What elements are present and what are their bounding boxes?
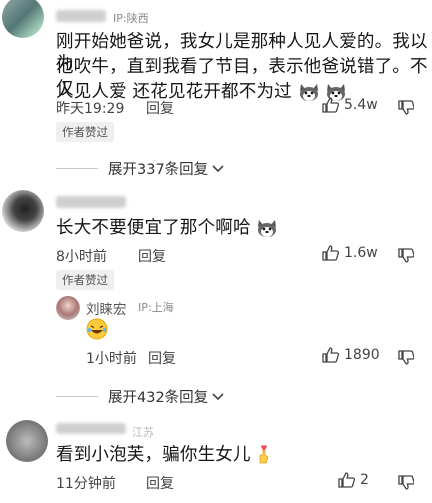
comment-text-line: 长大不要便宜了那个啊哈 <box>56 217 278 239</box>
divider-line <box>56 168 98 169</box>
reply-button[interactable]: 回复 <box>146 98 174 118</box>
comment-text-segment: 长大不要便宜了那个啊哈 <box>56 218 251 238</box>
ip-location: 江苏 <box>132 426 154 439</box>
expand-replies-button[interactable]: 展开432条回复 <box>56 386 224 407</box>
comment-text-segment: 看到小泡芙，骗你生女儿 <box>56 445 251 465</box>
reply-button[interactable]: 回复 <box>148 348 176 368</box>
reply-username[interactable]: 刘睐宏 <box>86 298 127 318</box>
avatar[interactable] <box>2 190 44 232</box>
husky-dog-sticker-icon <box>258 220 277 237</box>
like-count: 1.6w <box>344 245 378 261</box>
chevron-down-icon <box>212 164 224 172</box>
like-button[interactable]: 1890 <box>322 347 380 363</box>
avatar[interactable] <box>56 296 80 320</box>
dislike-button[interactable] <box>398 248 415 268</box>
finger-heart-emoji-icon <box>260 445 269 464</box>
laughing-emoji-icon <box>86 318 108 340</box>
ip-location: IP:陕西 <box>113 12 149 25</box>
comment-2: 长大不要便宜了那个啊哈 8小时前 回复 1.6w 作者赞过 刘睐宏 IP:上海 … <box>0 190 432 406</box>
comment-time: 昨天19:29 <box>56 101 125 117</box>
thumb-down-icon <box>398 100 415 115</box>
comment-time: 11分钟前 <box>56 476 116 492</box>
comment-3: 江苏 看到小泡芙，骗你生女儿 11分钟前 回复 2 <box>0 418 432 503</box>
comment-text-line: 看到小泡芙，骗你生女儿 <box>56 444 270 466</box>
comment-time: 8小时前 <box>56 249 107 265</box>
like-button[interactable]: 1.6w <box>322 245 378 261</box>
dislike-button[interactable] <box>398 475 415 495</box>
dislike-button[interactable] <box>398 350 415 370</box>
avatar[interactable] <box>2 0 44 38</box>
like-button[interactable]: 2 <box>338 472 369 488</box>
thumb-up-icon <box>338 472 355 488</box>
thumb-up-icon <box>322 347 339 363</box>
username-blurred[interactable] <box>56 10 106 26</box>
chevron-down-icon <box>212 392 224 400</box>
username-blurred[interactable] <box>56 423 126 438</box>
author-liked-tag: 作者赞过 <box>56 122 114 142</box>
comment-1: IP:陕西 刚开始她爸说，我女儿是那种人见人爱的。我以为 他吹牛，直到我看了节目… <box>0 0 432 180</box>
username-blurred[interactable] <box>56 196 126 212</box>
husky-dog-sticker-icon <box>299 84 318 101</box>
like-count: 5.4w <box>344 97 378 113</box>
thumb-up-icon <box>322 97 339 113</box>
thumb-up-icon <box>322 245 339 261</box>
dislike-button[interactable] <box>398 100 415 120</box>
author-liked-tag: 作者赞过 <box>56 270 114 290</box>
like-count: 2 <box>360 472 369 488</box>
reply-button[interactable]: 回复 <box>138 246 166 266</box>
like-button[interactable]: 5.4w <box>322 97 378 113</box>
expand-replies-label: 展开337条回复 <box>108 162 209 178</box>
nested-reply: 刘睐宏 IP:上海 1小时前 回复 1890 <box>0 290 432 370</box>
expand-replies-button[interactable]: 展开337条回复 <box>56 158 224 179</box>
thumb-down-icon <box>398 475 415 490</box>
ip-location: IP:上海 <box>138 301 174 314</box>
like-count: 1890 <box>344 347 380 363</box>
thumb-down-icon <box>398 248 415 263</box>
divider-line <box>56 396 98 397</box>
thumb-down-icon <box>398 350 415 365</box>
reply-time: 1小时前 <box>86 351 137 367</box>
avatar[interactable] <box>6 420 48 462</box>
expand-replies-label: 展开432条回复 <box>108 390 209 406</box>
reply-button[interactable]: 回复 <box>146 473 174 493</box>
